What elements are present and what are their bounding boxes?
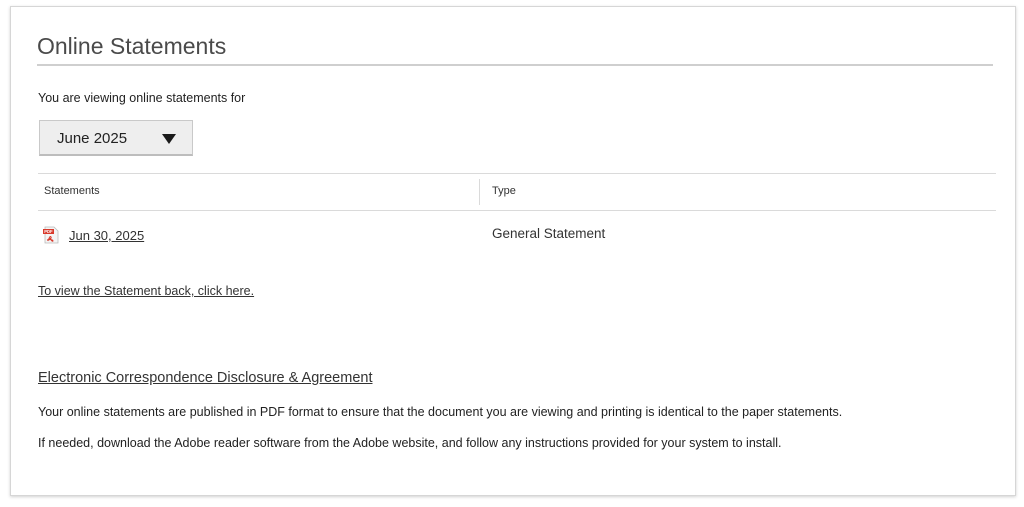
svg-text:PDF: PDF xyxy=(44,229,53,234)
statement-back-link[interactable]: To view the Statement back, click here. xyxy=(38,284,254,298)
viewing-label: You are viewing online statements for xyxy=(38,91,246,105)
disclosure-link[interactable]: Electronic Correspondence Disclosure & A… xyxy=(38,370,372,386)
statements-card: Online Statements You are viewing online… xyxy=(10,6,1016,496)
page-title: Online Statements xyxy=(37,33,227,59)
month-select-value: June 2025 xyxy=(57,130,128,147)
statement-date-link[interactable]: Jun 30, 2025 xyxy=(69,228,144,243)
statement-type: General Statement xyxy=(492,226,606,241)
column-divider xyxy=(479,179,480,205)
pdf-format-note: Your online statements are published in … xyxy=(38,405,843,419)
table-top-divider xyxy=(38,173,996,174)
adobe-reader-note: If needed, download the Adobe reader sof… xyxy=(38,436,782,450)
table-header-divider xyxy=(38,210,996,211)
month-select[interactable]: June 2025 xyxy=(39,120,193,156)
title-divider xyxy=(37,64,993,66)
pdf-icon[interactable]: PDF xyxy=(43,226,59,244)
column-header-statements: Statements xyxy=(44,185,100,197)
column-header-type: Type xyxy=(492,185,516,197)
caret-down-icon xyxy=(162,134,176,144)
